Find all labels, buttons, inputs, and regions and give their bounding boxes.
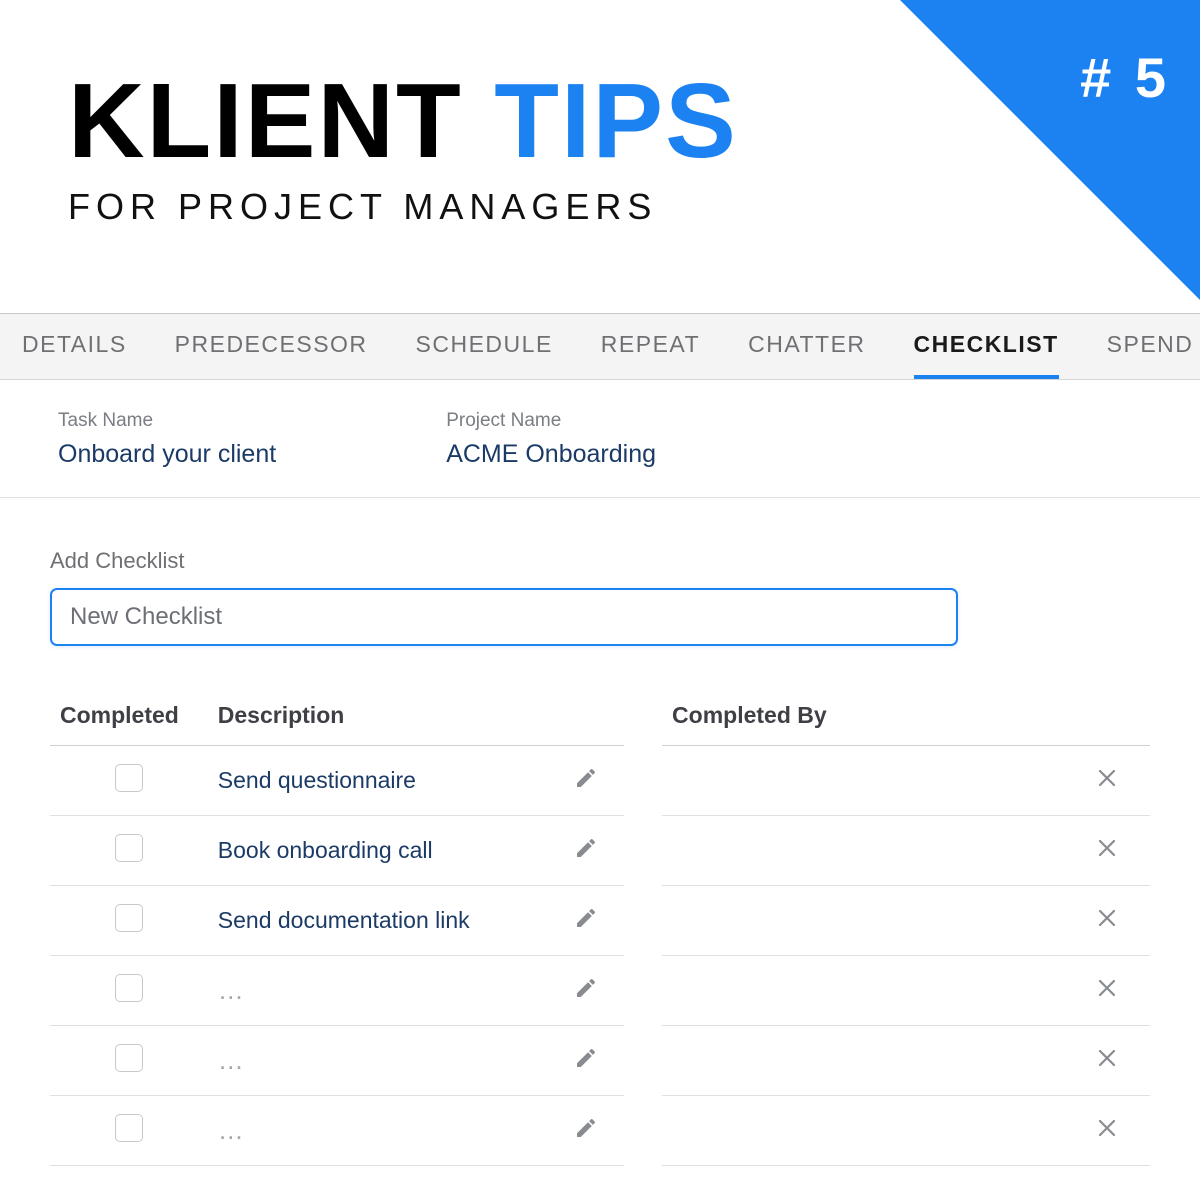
task-name-link[interactable]: Onboard your client: [58, 440, 276, 469]
table-row: Send documentation link: [50, 886, 624, 956]
project-name-block: Project Name ACME Onboarding: [446, 410, 656, 469]
completed-checkbox[interactable]: [115, 1044, 143, 1072]
close-icon[interactable]: [1095, 766, 1119, 790]
checklist-table-left: Completed Description Send questionnaire…: [50, 686, 624, 1166]
placeholder-dots: …: [218, 1115, 248, 1145]
tab-repeat[interactable]: REPEAT: [601, 314, 700, 379]
table-row: [662, 1026, 1150, 1096]
completed-checkbox[interactable]: [115, 764, 143, 792]
tab-chatter[interactable]: CHATTER: [748, 314, 865, 379]
tabbar: DETAILS PREDECESSOR SCHEDULE REPEAT CHATTER C…: [0, 314, 1200, 380]
table-row: …: [50, 1096, 624, 1166]
close-icon[interactable]: [1095, 906, 1119, 930]
table-row: [662, 1096, 1150, 1166]
checklist-table-right: Completed By: [662, 686, 1150, 1166]
checklist-item-link[interactable]: Send documentation link: [218, 907, 470, 933]
table-row: Book onboarding call: [50, 816, 624, 886]
tab-predecessor[interactable]: PREDECESSOR: [175, 314, 368, 379]
tip-number: # 5: [1080, 45, 1170, 110]
checklist-content: Add Checklist Completed Description Send…: [0, 498, 1200, 1166]
close-icon[interactable]: [1095, 1046, 1119, 1070]
checklist-tables: Completed Description Send questionnaire…: [50, 686, 1150, 1166]
completed-checkbox[interactable]: [115, 1114, 143, 1142]
project-name-label: Project Name: [446, 410, 656, 432]
project-name-link[interactable]: ACME Onboarding: [446, 440, 656, 469]
col-description-header: Description: [208, 686, 548, 746]
pencil-icon[interactable]: [574, 1116, 598, 1140]
pencil-icon[interactable]: [574, 1046, 598, 1070]
pencil-icon[interactable]: [574, 906, 598, 930]
checklist-item-link[interactable]: Book onboarding call: [218, 837, 433, 863]
completed-by-cell: [662, 956, 1063, 1026]
table-row: …: [50, 1026, 624, 1096]
col-completed-by-header: Completed By: [662, 686, 1063, 746]
title-klient: KLIENT: [68, 62, 463, 180]
checklist-item-link[interactable]: Send questionnaire: [218, 767, 416, 793]
close-icon[interactable]: [1095, 836, 1119, 860]
table-row: …: [50, 956, 624, 1026]
table-row: Send questionnaire: [50, 746, 624, 816]
meta-row: Task Name Onboard your client Project Na…: [0, 380, 1200, 498]
tab-details[interactable]: DETAILS: [22, 314, 127, 379]
title-tips: TIPS: [494, 62, 738, 180]
app-panel: DETAILS PREDECESSOR SCHEDULE REPEAT CHATTER C…: [0, 313, 1200, 1166]
table-row: [662, 746, 1150, 816]
add-checklist-input[interactable]: [50, 588, 958, 646]
tab-schedule[interactable]: SCHEDULE: [416, 314, 553, 379]
col-completed-header: Completed: [50, 686, 208, 746]
tab-spend[interactable]: SPEND: [1107, 314, 1194, 379]
close-icon[interactable]: [1095, 976, 1119, 1000]
table-row: [662, 886, 1150, 956]
pencil-icon[interactable]: [574, 836, 598, 860]
placeholder-dots: …: [218, 975, 248, 1005]
completed-checkbox[interactable]: [115, 904, 143, 932]
table-row: [662, 956, 1150, 1026]
pencil-icon[interactable]: [574, 976, 598, 1000]
completed-by-cell: [662, 816, 1063, 886]
completed-checkbox[interactable]: [115, 834, 143, 862]
pencil-icon[interactable]: [574, 766, 598, 790]
close-icon[interactable]: [1095, 1116, 1119, 1140]
completed-by-cell: [662, 1096, 1063, 1166]
task-name-block: Task Name Onboard your client: [58, 410, 276, 469]
task-name-label: Task Name: [58, 410, 276, 432]
col-edit-header: [548, 686, 624, 746]
completed-by-cell: [662, 1026, 1063, 1096]
placeholder-dots: …: [218, 1045, 248, 1075]
completed-checkbox[interactable]: [115, 974, 143, 1002]
tab-checklist[interactable]: CHECKLIST: [914, 314, 1059, 379]
table-row: [662, 816, 1150, 886]
completed-by-cell: [662, 746, 1063, 816]
completed-by-cell: [662, 886, 1063, 956]
col-delete-header: [1063, 686, 1150, 746]
add-checklist-label: Add Checklist: [50, 548, 1150, 574]
